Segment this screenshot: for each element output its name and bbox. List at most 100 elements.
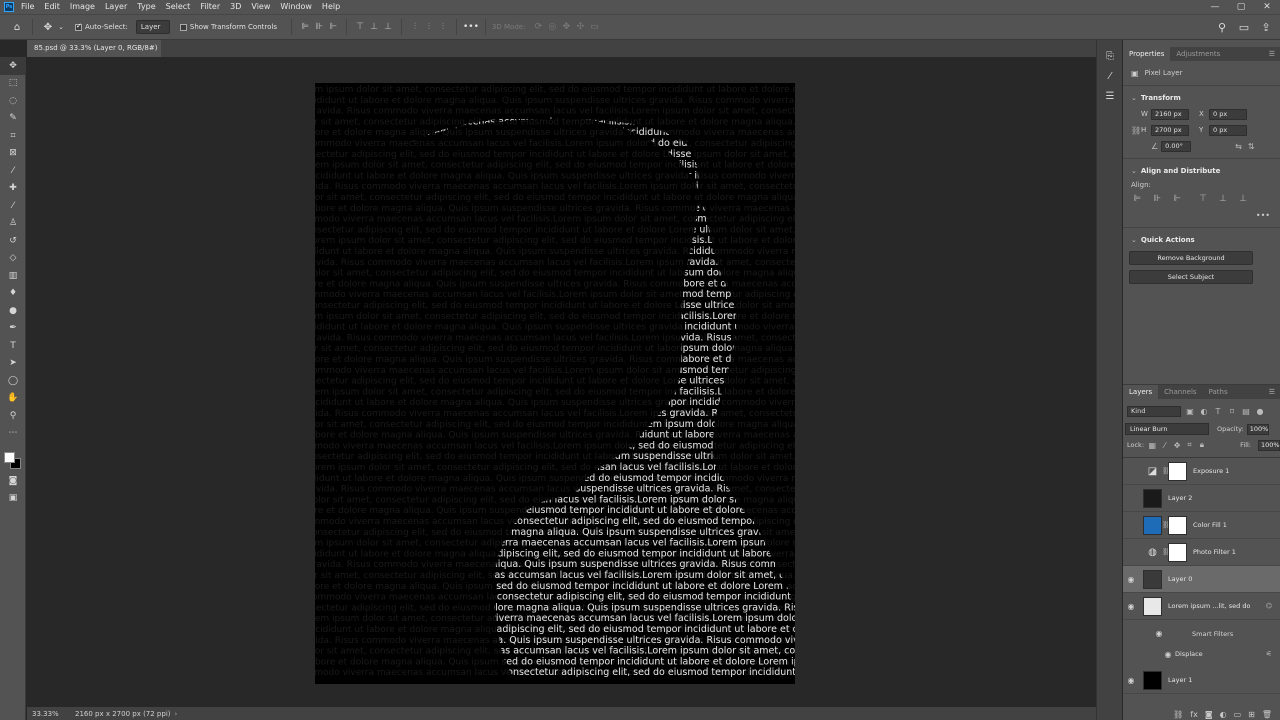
blur-tool-icon[interactable]: ♦: [0, 285, 26, 303]
smart-filter-icon[interactable]: ⌬: [1266, 602, 1272, 610]
link-layers-icon[interactable]: ⛓: [1173, 710, 1183, 719]
align-bottom-edges-icon[interactable]: ⊥: [1237, 194, 1249, 204]
align-v-centers-icon[interactable]: ⊥: [1217, 194, 1229, 204]
clone-stamp-tool-icon[interactable]: ♙: [0, 215, 26, 233]
menu-view[interactable]: View: [246, 0, 275, 14]
layer-row-exposure-1[interactable]: ◉ ◪ ⛓ Exposure 1: [1123, 458, 1280, 485]
auto-select-dropdown[interactable]: Layer: [135, 20, 170, 34]
smart-filters-row[interactable]: ◉ Smart Filters: [1123, 620, 1280, 647]
menu-layer[interactable]: Layer: [100, 0, 132, 14]
brush-tool-icon[interactable]: ⁄: [0, 197, 26, 215]
height-field[interactable]: 2700 px: [1151, 124, 1189, 136]
show-transform-checkbox[interactable]: [179, 23, 190, 32]
filter-smart-icon[interactable]: ▤: [1241, 407, 1251, 416]
visibility-toggle[interactable]: ◉: [1123, 676, 1139, 685]
align-middle-v-icon[interactable]: ⊥: [367, 20, 381, 34]
align-top-icon[interactable]: ⊤: [353, 20, 367, 34]
panel-menu-icon[interactable]: ☰: [1269, 47, 1280, 61]
align-center-h-icon[interactable]: ⊪: [312, 20, 326, 34]
layer-mask-thumbnail[interactable]: [1168, 461, 1187, 481]
width-field[interactable]: 2160 px: [1151, 108, 1189, 120]
layer-row-layer-1[interactable]: ◉ Layer 1: [1123, 667, 1280, 694]
filter-pixel-icon[interactable]: ▣: [1185, 407, 1195, 416]
gradient-tool-icon[interactable]: ▥: [0, 267, 26, 285]
more-options-button[interactable]: •••: [463, 22, 479, 32]
canvas-area[interactable]: Lorem ipsum dolor sit amet, consectetur …: [27, 57, 1096, 707]
edit-toolbar-icon[interactable]: ⋯: [0, 425, 26, 443]
foreground-color-swatch[interactable]: [4, 452, 15, 463]
status-menu-arrow[interactable]: ›: [175, 710, 178, 718]
dodge-tool-icon[interactable]: ●: [0, 302, 26, 320]
menu-3d[interactable]: 3D: [225, 0, 246, 14]
angle-field[interactable]: 0.00°: [1161, 140, 1192, 152]
distribute-v-icon[interactable]: ⫶: [422, 20, 436, 34]
align-bottom-icon[interactable]: ⊥: [381, 20, 395, 34]
layer-mask-thumbnail[interactable]: [1168, 515, 1187, 535]
layer-name[interactable]: Layer 2: [1168, 494, 1192, 502]
search-icon[interactable]: ⚲: [1214, 21, 1230, 34]
marquee-tool-icon[interactable]: ⬚: [0, 75, 26, 93]
align-top-edges-icon[interactable]: ⊤: [1197, 194, 1209, 204]
close-window-button[interactable]: ✕: [1254, 0, 1280, 14]
quick-actions-header[interactable]: ⌄ Quick Actions: [1123, 232, 1280, 248]
menu-file[interactable]: File: [16, 0, 39, 14]
layer-name[interactable]: Color Fill 1: [1193, 521, 1227, 529]
align-right-edges-icon[interactable]: ⊩: [1171, 194, 1183, 204]
align-right-icon[interactable]: ⊩: [326, 20, 340, 34]
displace-filter-row[interactable]: ◉ Displace ⚟: [1123, 647, 1280, 661]
tab-channels[interactable]: Channels: [1158, 385, 1202, 399]
flip-vertical-icon[interactable]: ⇅: [1248, 142, 1255, 151]
brushes-panel-icon[interactable]: ⁄: [1097, 66, 1123, 86]
adjustments-panel-icon[interactable]: ☰: [1097, 86, 1123, 106]
filter-type-icon[interactable]: T: [1213, 407, 1223, 416]
align-left-edges-icon[interactable]: ⊫: [1131, 194, 1143, 204]
blend-mode-dropdown[interactable]: Linear Burn: [1125, 423, 1209, 435]
type-tool-icon[interactable]: T: [0, 337, 26, 355]
distribute-h-icon[interactable]: ⫶: [436, 20, 450, 34]
shape-tool-icon[interactable]: ◯: [0, 372, 26, 390]
menu-select[interactable]: Select: [161, 0, 196, 14]
history-brush-tool-icon[interactable]: ↺: [0, 232, 26, 250]
move-tool-icon[interactable]: ✥: [0, 57, 26, 75]
eraser-tool-icon[interactable]: ◇: [0, 250, 26, 268]
visibility-toggle[interactable]: ◉: [1123, 602, 1139, 611]
visibility-toggle[interactable]: ◉: [1123, 467, 1139, 476]
crop-tool-icon[interactable]: ⌗: [0, 127, 26, 145]
x-field[interactable]: 0 px: [1209, 108, 1247, 120]
3d-scale-icon[interactable]: ▭: [587, 20, 601, 34]
filter-options-icon[interactable]: ⚟: [1266, 650, 1272, 658]
flip-horizontal-icon[interactable]: ⇆: [1235, 142, 1242, 151]
layer-name[interactable]: Layer 1: [1168, 676, 1192, 684]
select-subject-button[interactable]: Select Subject: [1129, 270, 1253, 284]
screen-mode-icon[interactable]: ▣: [0, 490, 26, 508]
lasso-tool-icon[interactable]: ◌: [0, 92, 26, 110]
lock-pixels-icon[interactable]: ⁄: [1160, 441, 1168, 450]
filter-adjustment-icon[interactable]: ◐: [1199, 407, 1209, 416]
layer-style-icon[interactable]: fx: [1190, 710, 1198, 719]
layer-name[interactable]: Exposure 1: [1193, 467, 1229, 475]
lock-position-icon[interactable]: ✥: [1173, 441, 1181, 450]
layer-row-layer-0[interactable]: ◉ Layer 0: [1123, 566, 1280, 593]
visibility-toggle[interactable]: ◉: [1123, 521, 1139, 530]
document-canvas[interactable]: Lorem ipsum dolor sit amet, consectetur …: [315, 83, 795, 684]
path-selection-tool-icon[interactable]: ➤: [0, 355, 26, 373]
zoom-tool-icon[interactable]: ⚲: [0, 407, 26, 425]
smart-filter-mask-thumbnail[interactable]: [1169, 625, 1186, 642]
align-h-centers-icon[interactable]: ⊪: [1151, 194, 1163, 204]
opacity-field[interactable]: 100%: [1246, 423, 1269, 435]
lock-artboard-icon[interactable]: ⌗: [1185, 440, 1193, 450]
tab-properties[interactable]: Properties: [1123, 47, 1171, 61]
chevron-down-icon[interactable]: ⌄: [57, 23, 65, 31]
layer-mask-thumbnail[interactable]: [1168, 542, 1187, 562]
home-icon[interactable]: ⌂: [8, 22, 26, 33]
layer-name[interactable]: Lorem ipsum ...lit, sed do: [1168, 602, 1250, 610]
zoom-level[interactable]: 33.33%: [27, 710, 71, 718]
delete-layer-icon[interactable]: 🗑︎: [1262, 710, 1272, 719]
fill-field[interactable]: 100%: [1258, 439, 1280, 451]
menu-filter[interactable]: Filter: [195, 0, 225, 14]
new-group-icon[interactable]: ▭: [1234, 710, 1242, 719]
layer-name[interactable]: Photo Filter 1: [1193, 548, 1236, 556]
layer-kind-dropdown[interactable]: Kind: [1127, 405, 1181, 417]
visibility-toggle[interactable]: ◉: [1151, 629, 1167, 638]
transform-header[interactable]: ⌄ Transform: [1123, 90, 1280, 106]
